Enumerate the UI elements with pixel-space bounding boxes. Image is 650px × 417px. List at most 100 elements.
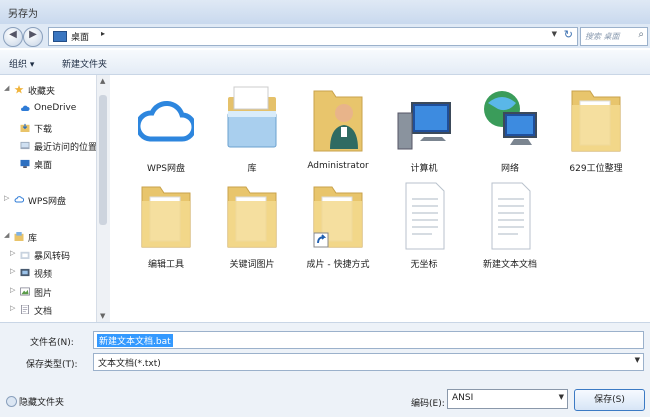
save-options-panel: 文件名(N): 新建文本文档.bat 保存类型(T): 文本文档(*.txt) …: [0, 322, 650, 417]
file-item-new-text-doc[interactable]: 新建文本文档: [468, 175, 552, 275]
file-name: Administrator: [307, 161, 369, 171]
chevron-down-icon[interactable]: ▼: [559, 393, 564, 401]
text-file-icon: [491, 182, 531, 250]
sidebar-item-label: 最近访问的位置: [34, 143, 96, 153]
collapse-icon[interactable]: [6, 396, 17, 407]
file-name: 无坐标: [410, 260, 438, 270]
sidebar-item-wps-cloud[interactable]: ▷ WPS网盘: [0, 193, 96, 207]
expand-arrow-icon[interactable]: ▷: [4, 194, 9, 202]
scroll-up-icon[interactable]: ▲: [100, 77, 105, 85]
filetype-select[interactable]: 文本文档(*.txt) ▼: [93, 353, 644, 371]
file-item-library[interactable]: 库: [210, 79, 294, 179]
scrollbar-thumb[interactable]: [99, 95, 107, 225]
computer-icon: [397, 102, 451, 150]
back-button[interactable]: ◀: [3, 27, 23, 47]
sidebar-item-label: 收藏夹: [28, 87, 56, 97]
sidebar-item-favorites[interactable]: ◢ 收藏夹: [0, 83, 96, 97]
wps-cloud-icon: [138, 101, 194, 142]
desktop-icon: [53, 31, 67, 42]
document-icon: [21, 305, 29, 314]
expand-arrow-icon[interactable]: ▷: [10, 286, 15, 294]
file-name: 网络: [500, 164, 519, 174]
file-list[interactable]: WPS网盘 库 Administrator 计算机 网络 629工位整理 编辑工…: [110, 75, 650, 322]
file-name: 629工位整理: [569, 164, 623, 174]
refresh-icon[interactable]: ↻: [564, 28, 573, 41]
filename-input[interactable]: 新建文本文档.bat: [93, 331, 644, 349]
expand-arrow-icon[interactable]: ▷: [10, 304, 15, 312]
file-item-shortcut[interactable]: 成片 - 快捷方式: [296, 175, 380, 275]
save-button[interactable]: 保存(S): [574, 389, 645, 411]
expand-arrow-icon[interactable]: ◢: [4, 231, 9, 239]
file-item-wps-cloud[interactable]: WPS网盘: [124, 79, 208, 179]
expand-arrow-icon[interactable]: ◢: [4, 84, 9, 92]
search-placeholder: 搜索 桌面: [585, 32, 620, 41]
sidebar-item-libraries[interactable]: ◢ 库: [0, 230, 96, 244]
filename-label: 文件名(N):: [30, 338, 74, 348]
address-row: ◀ ▶ 桌面 ▸ ▼ ↻ 搜索 桌面 ⌕: [0, 24, 650, 48]
encoding-value: ANSI: [452, 393, 474, 403]
folder-icon: [571, 90, 621, 152]
file-name: 计算机: [410, 164, 438, 174]
network-globe-icon: [484, 91, 537, 145]
file-item-edit-tools[interactable]: 编辑工具: [124, 175, 208, 275]
file-item-computer[interactable]: 计算机: [382, 79, 466, 179]
download-folder-icon: [20, 123, 30, 132]
sidebar-scrollbar[interactable]: ▲ ▼: [96, 75, 110, 322]
window-title: 另存为: [8, 9, 38, 20]
title-bar: 另存为: [0, 0, 650, 25]
address-dropdown-icon[interactable]: ▼: [552, 30, 557, 38]
search-icon[interactable]: ⌕: [638, 29, 644, 40]
folder-icon: [141, 186, 191, 248]
hide-folders-label[interactable]: 隐藏文件夹: [19, 395, 64, 408]
filename-value[interactable]: 新建文本文档.bat: [97, 334, 173, 347]
chevron-down-icon[interactable]: ▼: [635, 356, 640, 364]
new-folder-button[interactable]: 新建文件夹: [62, 57, 107, 70]
address-location[interactable]: 桌面: [71, 30, 89, 43]
expand-arrow-icon[interactable]: ▷: [10, 249, 15, 257]
file-item-keyword-images[interactable]: 关键词图片: [210, 175, 294, 275]
sidebar-item-downloads[interactable]: 下载: [0, 121, 96, 135]
sidebar-item-documents[interactable]: ▷ 文档: [0, 303, 96, 317]
sidebar-item-label: 下载: [34, 125, 53, 135]
desktop-icon: [20, 159, 30, 168]
user-folder-icon: [313, 90, 363, 152]
command-toolbar: 组织 ▾ 新建文件夹: [0, 50, 650, 75]
file-name: 成片 - 快捷方式: [306, 260, 370, 270]
forward-button[interactable]: ▶: [23, 27, 43, 47]
file-item-network[interactable]: 网络: [468, 79, 552, 179]
sidebar-item-label: 库: [28, 234, 38, 244]
search-input[interactable]: 搜索 桌面 ⌕: [580, 27, 648, 46]
sidebar-item-videos[interactable]: ▷ 视频: [0, 266, 96, 280]
file-item-folder-629[interactable]: 629工位整理: [554, 79, 638, 179]
library-folder-icon: [227, 86, 277, 148]
file-name: WPS网盘: [146, 164, 186, 174]
navigation-pane[interactable]: ◢ 收藏夹 OneDrive 下载 最近访问的位置 桌面 ▷ WPS网盘 ◢ 库…: [0, 75, 96, 322]
sidebar-item-baofeng[interactable]: ▷ 暴风转码: [0, 248, 96, 262]
forward-arrow-icon: ▶: [29, 29, 37, 40]
file-item-wuzuobiao[interactable]: 无坐标: [382, 175, 466, 275]
sidebar-item-label: 图片: [34, 289, 53, 299]
file-item-administrator[interactable]: Administrator: [296, 79, 380, 179]
organize-button[interactable]: 组织 ▾: [9, 57, 34, 70]
folder-shortcut-icon: [313, 186, 363, 248]
file-name: 新建文本文档: [482, 260, 537, 270]
file-name: 关键词图片: [229, 260, 275, 270]
sidebar-item-onedrive[interactable]: OneDrive: [0, 102, 96, 116]
filetype-value: 文本文档(*.txt): [98, 359, 161, 369]
star-icon: [14, 85, 24, 94]
encoding-select[interactable]: ANSI ▼: [447, 389, 568, 409]
sidebar-item-label: 视频: [34, 270, 53, 280]
expand-arrow-icon[interactable]: ▷: [10, 267, 15, 275]
sidebar-item-label: WPS网盘: [28, 197, 67, 207]
address-bar[interactable]: 桌面 ▸ ▼ ↻: [48, 27, 578, 46]
sidebar-item-pictures[interactable]: ▷ 图片: [0, 285, 96, 299]
sidebar-item-label: 桌面: [34, 161, 53, 171]
recent-places-icon: [20, 141, 30, 150]
scroll-down-icon[interactable]: ▼: [100, 312, 105, 320]
cloud-icon: [21, 105, 30, 111]
sidebar-item-label: 文档: [34, 307, 53, 317]
video-icon: [20, 268, 30, 277]
sidebar-item-desktop[interactable]: 桌面: [0, 157, 96, 171]
breadcrumb-chevron-icon[interactable]: ▸: [101, 29, 105, 38]
sidebar-item-recent[interactable]: 最近访问的位置: [0, 139, 96, 153]
